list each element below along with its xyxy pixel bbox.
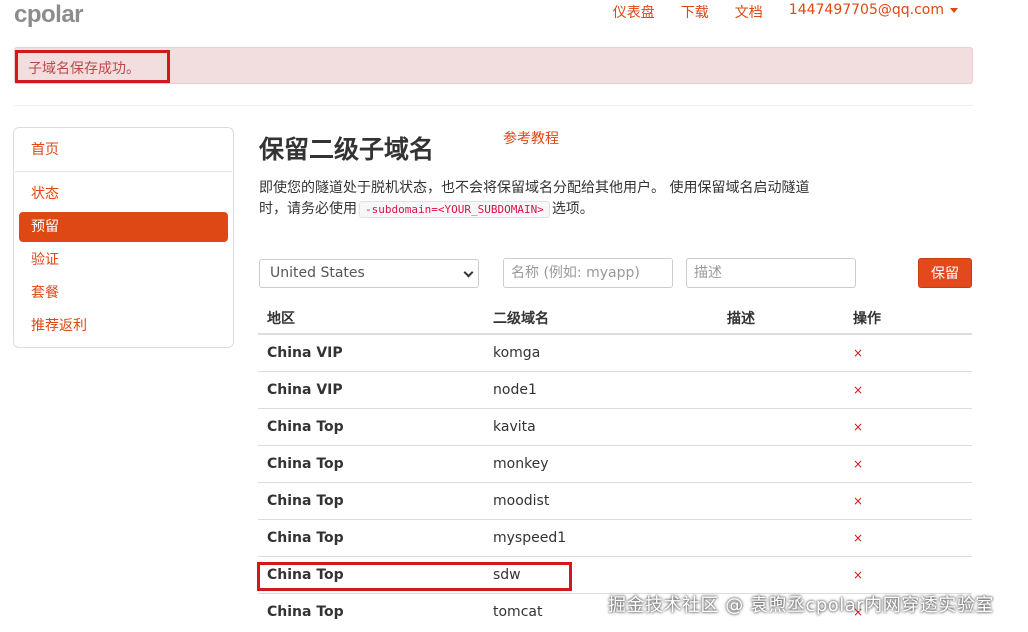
row-subdomain: myspeed1	[493, 530, 567, 546]
row-subdomain: komga	[493, 345, 541, 361]
row-subdomain: node1	[493, 382, 537, 398]
caret-down-icon	[950, 7, 958, 13]
row-subdomain: monkey	[493, 456, 549, 472]
delete-icon[interactable]: ×	[853, 420, 863, 434]
user-email: 1447497705@qq.com	[788, 2, 944, 18]
row-region: China Top	[267, 493, 344, 509]
row-region: China VIP	[267, 382, 343, 398]
row-subdomain: tomcat	[493, 604, 543, 620]
table-header-description: 描述	[727, 311, 755, 327]
nav-docs[interactable]: 文档	[735, 2, 763, 22]
table-header-region: 地区	[267, 311, 295, 327]
sidebar-item-status[interactable]: 状态	[19, 179, 228, 209]
reference-tutorial-link[interactable]: 参考教程	[503, 128, 559, 148]
highlight-box-row	[257, 562, 572, 591]
highlight-box-alert	[15, 50, 170, 83]
table-row-border	[258, 482, 972, 483]
sidebar-item-referral[interactable]: 推荐返利	[19, 311, 228, 341]
sidebar: 首页 状态 预留 验证 套餐 推荐返利	[13, 127, 234, 348]
sidebar-divider	[15, 171, 232, 172]
delete-icon[interactable]: ×	[853, 457, 863, 471]
row-subdomain: kavita	[493, 419, 536, 435]
sidebar-item-home[interactable]: 首页	[19, 135, 228, 165]
description-text-2: 选项。	[551, 201, 594, 217]
row-region: China Top	[267, 419, 344, 435]
description-input[interactable]	[686, 258, 856, 288]
table-row-border	[258, 371, 972, 372]
reserve-button[interactable]: 保留	[918, 258, 972, 288]
table-row-border	[258, 408, 972, 409]
nav-dashboard[interactable]: 仪表盘	[613, 2, 655, 22]
row-region: China Top	[267, 604, 344, 620]
table-header-subdomain: 二级域名	[493, 311, 549, 327]
delete-icon[interactable]: ×	[853, 494, 863, 508]
nav-download[interactable]: 下载	[681, 2, 709, 22]
subdomain-code: -subdomain=<YOUR_SUBDOMAIN>	[359, 201, 550, 218]
row-region: China Top	[267, 456, 344, 472]
sidebar-item-plans[interactable]: 套餐	[19, 278, 228, 308]
table-header-border	[258, 333, 972, 335]
top-nav: 仪表盘 下载 文档 1447497705@qq.com	[613, 2, 958, 22]
table-row-border	[258, 445, 972, 446]
sidebar-item-reserved[interactable]: 预留	[19, 212, 228, 242]
delete-icon[interactable]: ×	[853, 568, 863, 582]
cpolar-logo[interactable]: cpolar	[14, 1, 84, 29]
region-select-value: United States	[270, 265, 365, 281]
delete-icon[interactable]: ×	[853, 383, 863, 397]
user-menu[interactable]: 1447497705@qq.com	[789, 2, 958, 22]
page-title: 保留二级子域名	[259, 135, 435, 164]
row-region: China VIP	[267, 345, 343, 361]
row-subdomain: moodist	[493, 493, 550, 509]
divider	[14, 105, 973, 106]
delete-icon[interactable]: ×	[853, 531, 863, 545]
row-region: China Top	[267, 530, 344, 546]
table-header-action: 操作	[853, 311, 881, 327]
delete-icon[interactable]: ×	[853, 346, 863, 360]
region-select[interactable]: United States	[259, 259, 479, 288]
description: 即使您的隧道处于脱机状态，也不会将保留域名分配给其他用户。 使用保留域名启动隧道…	[259, 178, 819, 220]
subdomain-name-input[interactable]	[503, 258, 673, 288]
chevron-down-icon	[463, 267, 474, 278]
table-row-border	[258, 519, 972, 520]
sidebar-item-verify[interactable]: 验证	[19, 245, 228, 275]
watermark: 掘金技术社区 @ 袁煦丞cpolar内网穿透实验室	[608, 595, 994, 616]
table-row-border	[258, 556, 972, 557]
